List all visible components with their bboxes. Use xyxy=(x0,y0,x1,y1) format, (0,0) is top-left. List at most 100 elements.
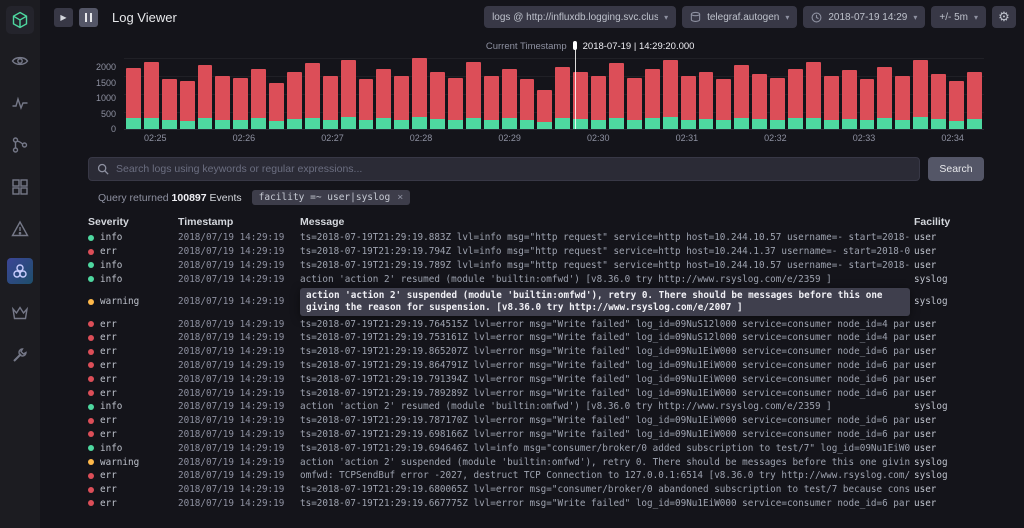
histogram-bar xyxy=(502,69,517,129)
severity-label: warning xyxy=(100,457,139,468)
search-button[interactable]: Search xyxy=(928,157,984,181)
facility-cell: user xyxy=(914,246,984,257)
facility-cell: user xyxy=(914,346,984,357)
log-row[interactable]: info2018/07/19 14:29:19ts=2018-07-19T21:… xyxy=(88,259,984,273)
log-row[interactable]: err2018/07/19 14:29:19ts=2018-07-19T21:2… xyxy=(88,497,984,511)
histogram-plot[interactable]: Current Timestamp 2018-07-19 | 14:29:20.… xyxy=(124,58,984,130)
bar-segment-err xyxy=(466,62,481,118)
sidebar-item-alerting[interactable] xyxy=(7,216,33,242)
bar-segment-err xyxy=(627,78,642,121)
log-row[interactable]: err2018/07/19 14:29:19ts=2018-07-19T21:2… xyxy=(88,372,984,386)
severity-cell: err xyxy=(88,388,174,399)
bar-segment-info xyxy=(591,120,606,129)
query-meta-row: Query returned 100897 Events facility =~… xyxy=(40,181,1024,205)
bar-segment-info xyxy=(376,118,391,129)
bar-segment-err xyxy=(251,69,266,119)
log-rows: info 2018/07/19 14:29:19 ts=2018-07-19T21:… xyxy=(88,231,984,510)
log-row[interactable]: err2018/07/19 14:29:19ts=2018-07-19T21:2… xyxy=(88,359,984,373)
sidebar-item-config[interactable] xyxy=(7,342,33,368)
timestamp-cell: 2018/07/19 14:29:19 xyxy=(178,332,296,343)
bar-segment-info xyxy=(788,118,803,129)
histogram-bar xyxy=(788,69,803,129)
sidebar-item-dashboards[interactable] xyxy=(7,174,33,200)
sidebar-item-admin[interactable] xyxy=(7,300,33,326)
message-cell: ts=2018-07-19T21:29:19.753161Z lvl=error… xyxy=(300,332,910,343)
histogram-bar xyxy=(931,74,946,129)
severity-label: err xyxy=(100,429,117,440)
severity-label: warning xyxy=(100,296,139,307)
log-row[interactable]: warning2018/07/19 14:29:19action 'action… xyxy=(88,455,984,469)
log-row[interactable]: err2018/07/19 14:29:19ts=2018-07-19T21:2… xyxy=(88,414,984,428)
chronograf-logo-icon[interactable] xyxy=(6,6,34,34)
database-dropdown[interactable]: telegraf.autogen ▾ xyxy=(682,6,797,28)
log-row[interactable]: info2018/07/19 14:29:19ts=2018-07-19T21:… xyxy=(88,231,984,245)
bar-segment-err xyxy=(931,74,946,119)
x-tick-label: 02:33 xyxy=(853,133,876,143)
bar-segment-info xyxy=(305,118,320,129)
message-cell: ts=2018-07-19T21:29:19.667775Z lvl=error… xyxy=(300,498,910,509)
chevron-down-icon: ▾ xyxy=(974,13,978,22)
time-dropdown[interactable]: 2018-07-19 14:29 ▾ xyxy=(803,6,925,28)
time-window-dropdown[interactable]: +/- 5m ▾ xyxy=(931,6,986,28)
sidebar-item-hosts[interactable] xyxy=(7,48,33,74)
sidebar-item-data-explorer[interactable] xyxy=(7,90,33,116)
log-row[interactable]: err2018/07/19 14:29:19ts=2018-07-19T21:2… xyxy=(88,345,984,359)
time-window-label: +/- 5m xyxy=(939,12,968,23)
severity-label: err xyxy=(100,246,117,257)
log-row[interactable]: err2018/07/19 14:29:19ts=2018-07-19T21:2… xyxy=(88,317,984,331)
severity-cell: info xyxy=(88,274,174,285)
timestamp-cell: 2018/07/19 14:29:19 xyxy=(178,443,296,454)
timestamp-cell: 2018/07/19 14:29:19 xyxy=(178,429,296,440)
log-row[interactable]: err2018/07/19 14:29:19omfwd: TCPSendBuf … xyxy=(88,469,984,483)
bar-segment-err xyxy=(394,76,409,120)
bar-segment-info xyxy=(430,119,445,129)
log-row[interactable]: err2018/07/19 14:29:19ts=2018-07-19T21:2… xyxy=(88,428,984,442)
search-box[interactable] xyxy=(88,157,920,181)
pause-button[interactable] xyxy=(79,8,98,27)
sidebar-item-log-viewer[interactable] xyxy=(7,258,33,284)
histogram-bar xyxy=(126,68,141,129)
severity-dot-err xyxy=(88,390,94,396)
bar-segment-info xyxy=(627,120,642,129)
facility-cell: user xyxy=(914,415,984,426)
play-button[interactable]: ▶ xyxy=(54,8,73,27)
bar-segment-err xyxy=(537,90,552,122)
x-tick-label: 02:30 xyxy=(587,133,610,143)
settings-button[interactable]: ⚙ xyxy=(992,6,1016,28)
bar-segment-info xyxy=(770,120,785,129)
sidebar-item-flux[interactable] xyxy=(7,132,33,158)
source-dropdown[interactable]: logs @ http://influxdb.logging.svc.clust… xyxy=(484,6,676,28)
bar-segment-info xyxy=(699,119,714,129)
bar-segment-err xyxy=(412,58,427,117)
current-timestamp-marker[interactable] xyxy=(575,43,576,129)
log-row[interactable]: err2018/07/19 14:29:19ts=2018-07-19T21:2… xyxy=(88,483,984,497)
bar-segment-err xyxy=(287,72,302,119)
eye-icon xyxy=(11,52,29,70)
close-icon[interactable]: × xyxy=(397,192,403,203)
log-row[interactable]: err2018/07/19 14:29:19ts=2018-07-19T21:2… xyxy=(88,245,984,259)
log-row[interactable]: err2018/07/19 14:29:19ts=2018-07-19T21:2… xyxy=(88,386,984,400)
message-cell: action 'action 2' suspended (module 'bui… xyxy=(300,288,910,316)
histogram-bar xyxy=(609,63,624,129)
marker-handle-icon[interactable] xyxy=(573,41,577,50)
histogram-bar xyxy=(770,78,785,129)
severity-cell: err xyxy=(88,470,174,481)
search-input[interactable] xyxy=(116,163,911,175)
facility-cell: syslog xyxy=(914,296,984,307)
filter-chip[interactable]: facility =~ user|syslog × xyxy=(252,190,411,205)
y-tick-label: 1000 xyxy=(96,93,116,103)
log-row[interactable]: err2018/07/19 14:29:19ts=2018-07-19T21:2… xyxy=(88,331,984,345)
bar-segment-err xyxy=(341,60,356,118)
histogram-bar xyxy=(842,70,857,129)
histogram-bar xyxy=(305,63,320,129)
log-row[interactable]: warning2018/07/19 14:29:19action 'action… xyxy=(88,286,984,317)
facility-cell: user xyxy=(914,388,984,399)
timestamp-cell: 2018/07/19 14:29:19 xyxy=(178,388,296,399)
log-row[interactable]: info2018/07/19 14:29:19ts=2018-07-19T21:… xyxy=(88,441,984,455)
message-cell: ts=2018-07-19T21:29:19.883Z lvl=info msg… xyxy=(300,232,910,243)
chevron-down-icon: ▾ xyxy=(664,13,668,22)
bar-segment-info xyxy=(734,118,749,129)
log-row[interactable]: info2018/07/19 14:29:19action 'action 2'… xyxy=(88,272,984,286)
log-row[interactable]: info2018/07/19 14:29:19action 'action 2'… xyxy=(88,400,984,414)
bar-segment-info xyxy=(198,118,213,129)
